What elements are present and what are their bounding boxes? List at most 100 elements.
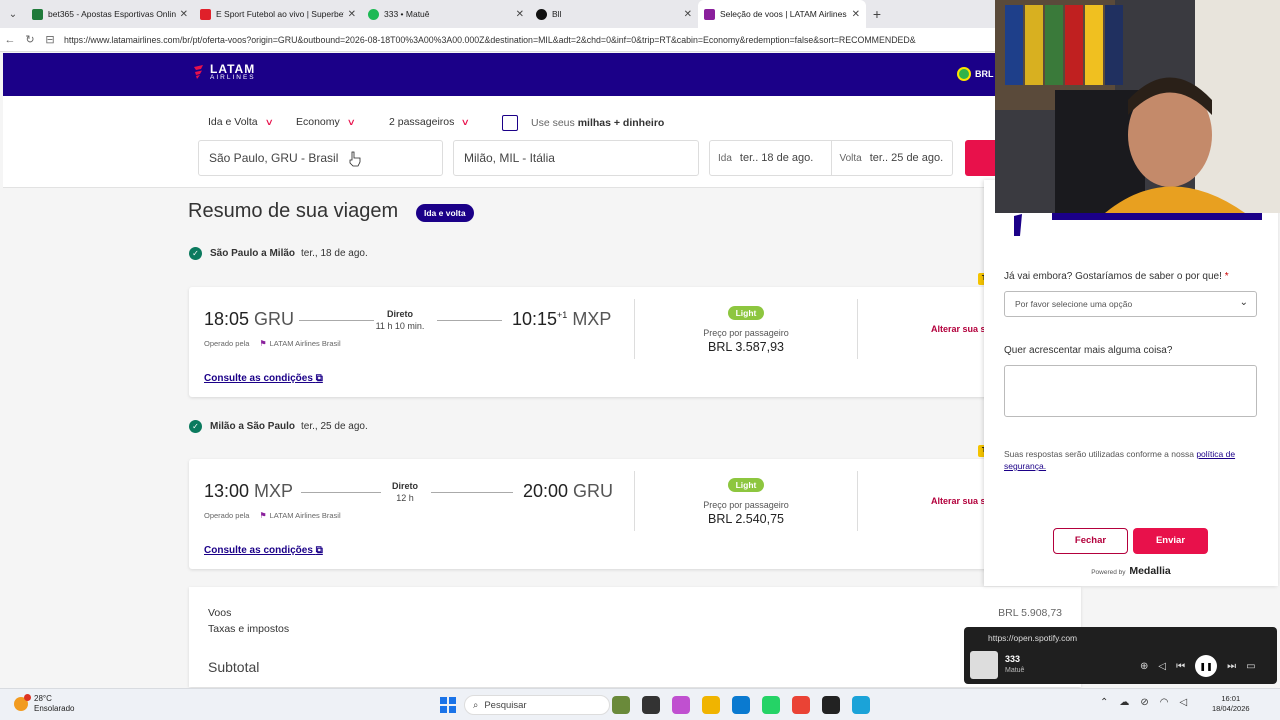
currency-selector[interactable]: BRL -	[957, 67, 999, 81]
widget-icon[interactable]	[612, 696, 630, 714]
departure-airport: GRU	[254, 309, 295, 329]
change-selection-link[interactable]: Alterar sua s	[931, 324, 986, 334]
taxes-label: Taxas e impostos	[208, 623, 290, 635]
tab-menu-icon[interactable]: ⌄	[0, 0, 26, 28]
divider	[857, 471, 858, 531]
bll-favicon-icon	[536, 8, 547, 20]
destination-value: Milão, MIL - Itália	[464, 151, 555, 165]
weather-condition: Ensolarado	[34, 704, 75, 713]
powered-by-text: Powered by	[1091, 569, 1126, 576]
operated-label: Operado pela	[204, 511, 250, 520]
passengers-dropdown[interactable]: 2 passageiros ∨	[389, 116, 471, 128]
departure-time: 18:05	[204, 309, 250, 329]
chevron-down-icon: ∨	[346, 116, 356, 127]
close-icon[interactable]: ✕	[852, 9, 860, 20]
wifi-icon[interactable]: ◠	[1160, 697, 1169, 708]
edge-icon[interactable]	[732, 696, 750, 714]
windows-start-icon[interactable]	[440, 697, 456, 713]
divider	[634, 471, 635, 531]
browser-tab[interactable]: E Sport Futebol ao vivo | Superbet ✕	[194, 0, 362, 28]
sun-icon	[14, 694, 31, 711]
add-icon[interactable]: ⊕	[1140, 661, 1148, 672]
arrival: 20:00 GRU	[523, 481, 613, 502]
new-tab-icon[interactable]: +	[866, 0, 888, 28]
segment-route: São Paulo a Milão	[210, 248, 296, 259]
close-icon[interactable]: ✕	[684, 9, 692, 20]
origin-field[interactable]: São Paulo, GRU - Brasil	[198, 140, 443, 176]
close-icon[interactable]: ✕	[348, 9, 356, 20]
copilot-icon[interactable]	[672, 696, 690, 714]
browser-tab[interactable]: Bll ✕	[530, 0, 698, 28]
arrival-airport: GRU	[573, 481, 614, 501]
privacy-note: Suas respostas serão utilizadas conforme…	[1004, 448, 1266, 472]
whatsapp-icon[interactable]	[762, 696, 780, 714]
app-icon[interactable]	[822, 696, 840, 714]
miles-checkbox[interactable]	[502, 115, 518, 131]
change-selection-link[interactable]: Alterar sua s	[931, 496, 986, 506]
chevron-down-icon: ∨	[461, 116, 471, 127]
segment-header: ✓ São Paulo a Milão ter., 18 de ago.	[189, 247, 368, 260]
next-track-icon[interactable]: ⏭	[1227, 661, 1236, 672]
close-button[interactable]: Fechar	[1053, 528, 1128, 554]
flight-card: 13:00 MXP Direto 12 h 20:00 GRU Operado pe…	[189, 459, 989, 569]
volume-icon[interactable]: ◁	[1180, 697, 1188, 708]
reload-icon[interactable]: ↻	[20, 33, 40, 46]
cabin-dropdown[interactable]: Economy ∨	[296, 116, 356, 128]
outbound-date-field[interactable]: Ida ter.. 18 de ago.	[710, 141, 831, 175]
site-info-icon[interactable]: ⊟	[40, 33, 60, 46]
send-button[interactable]: Enviar	[1133, 528, 1208, 554]
comment-textarea[interactable]	[1004, 365, 1257, 417]
notepad-icon[interactable]	[852, 696, 870, 714]
price-value: BRL 2.540,75	[708, 512, 784, 526]
notification-dot	[24, 694, 31, 701]
close-icon[interactable]: ✕	[516, 9, 524, 20]
close-icon[interactable]: ✕	[180, 9, 188, 20]
play-pause-icon[interactable]: ❚❚	[1195, 655, 1218, 677]
price-label: Preço por passageiro	[703, 328, 789, 338]
cloud-icon[interactable]: ☁	[1119, 697, 1129, 708]
browser-tab-active[interactable]: Seleção de voos | LATAM Airlines ✕	[698, 0, 866, 28]
browser-tab[interactable]: bet365 - Apostas Esportivas Online ✕	[26, 0, 194, 28]
fare-brand-badge: Light	[727, 306, 765, 320]
question-1-text: Já vai embora? Gostaríamos de saber o po…	[1004, 271, 1222, 282]
search-icon: ⌕	[473, 699, 479, 711]
song-title: 333	[1005, 654, 1021, 664]
volume-icon[interactable]: ◁	[1158, 661, 1166, 672]
duration-label: 12 h	[396, 493, 414, 503]
departure-time: 13:00	[204, 481, 250, 501]
picture-in-picture-icon[interactable]: ▭	[1246, 661, 1255, 672]
system-clock[interactable]: 16:01 18/04/2026	[1212, 694, 1250, 714]
stops-label: Direto	[391, 481, 418, 491]
reason-select[interactable]: Por favor selecione uma opção ⌄	[1004, 291, 1257, 317]
weather-widget[interactable]: 28°C Ensolarado	[14, 694, 74, 714]
media-controls: ⊕ ◁ ⏮ ❚❚ ⏭ ▭	[1140, 655, 1256, 677]
note-text: Suas respostas serão utilizadas conforme…	[1004, 449, 1194, 459]
browser-tab[interactable]: 333 • Matuê ✕	[362, 0, 530, 28]
route-line	[431, 492, 513, 493]
chevron-up-icon[interactable]: ⌃	[1100, 697, 1108, 708]
operated-by: Operado pela ⚑ LATAM Airlines Brasil	[204, 339, 341, 348]
return-date-field[interactable]: Volta ter.. 25 de ago.	[830, 141, 953, 175]
latam-logo-icon: ⚑	[259, 339, 267, 348]
feedback-question-1: Já vai embora? Gostaríamos de saber o po…	[1004, 271, 1229, 282]
task-view-icon[interactable]	[642, 696, 660, 714]
search-placeholder: Pesquisar	[484, 699, 527, 711]
system-tray: ⌃ ☁ ⊘ ◠ ◁	[1100, 697, 1187, 708]
back-icon[interactable]: ←	[0, 34, 20, 46]
tab-title: 333 • Matuê	[384, 9, 430, 19]
taskbar-search[interactable]: ⌕ Pesquisar	[464, 695, 610, 715]
conditions-link[interactable]: Consulte as condições ⧉	[204, 373, 323, 384]
mute-icon[interactable]: ⊘	[1140, 697, 1148, 708]
chrome-icon[interactable]	[792, 696, 810, 714]
operator-name: LATAM Airlines Brasil	[269, 339, 341, 348]
price-value: BRL 3.587,93	[708, 340, 784, 354]
trip-type-dropdown[interactable]: Ida e Volta ∨	[208, 116, 274, 128]
destination-field[interactable]: Milão, MIL - Itália	[453, 140, 699, 176]
conditions-link[interactable]: Consulte as condições ⧉	[204, 545, 323, 556]
operator-name: LATAM Airlines Brasil	[269, 511, 341, 520]
latam-logo[interactable]: LATAM AIRLINES	[193, 63, 256, 82]
file-explorer-icon[interactable]	[702, 696, 720, 714]
dates-field: Ida ter.. 18 de ago. Volta ter.. 25 de a…	[709, 140, 953, 176]
previous-track-icon[interactable]: ⏮	[1176, 661, 1185, 672]
arrival-airport: MXP	[572, 309, 612, 329]
